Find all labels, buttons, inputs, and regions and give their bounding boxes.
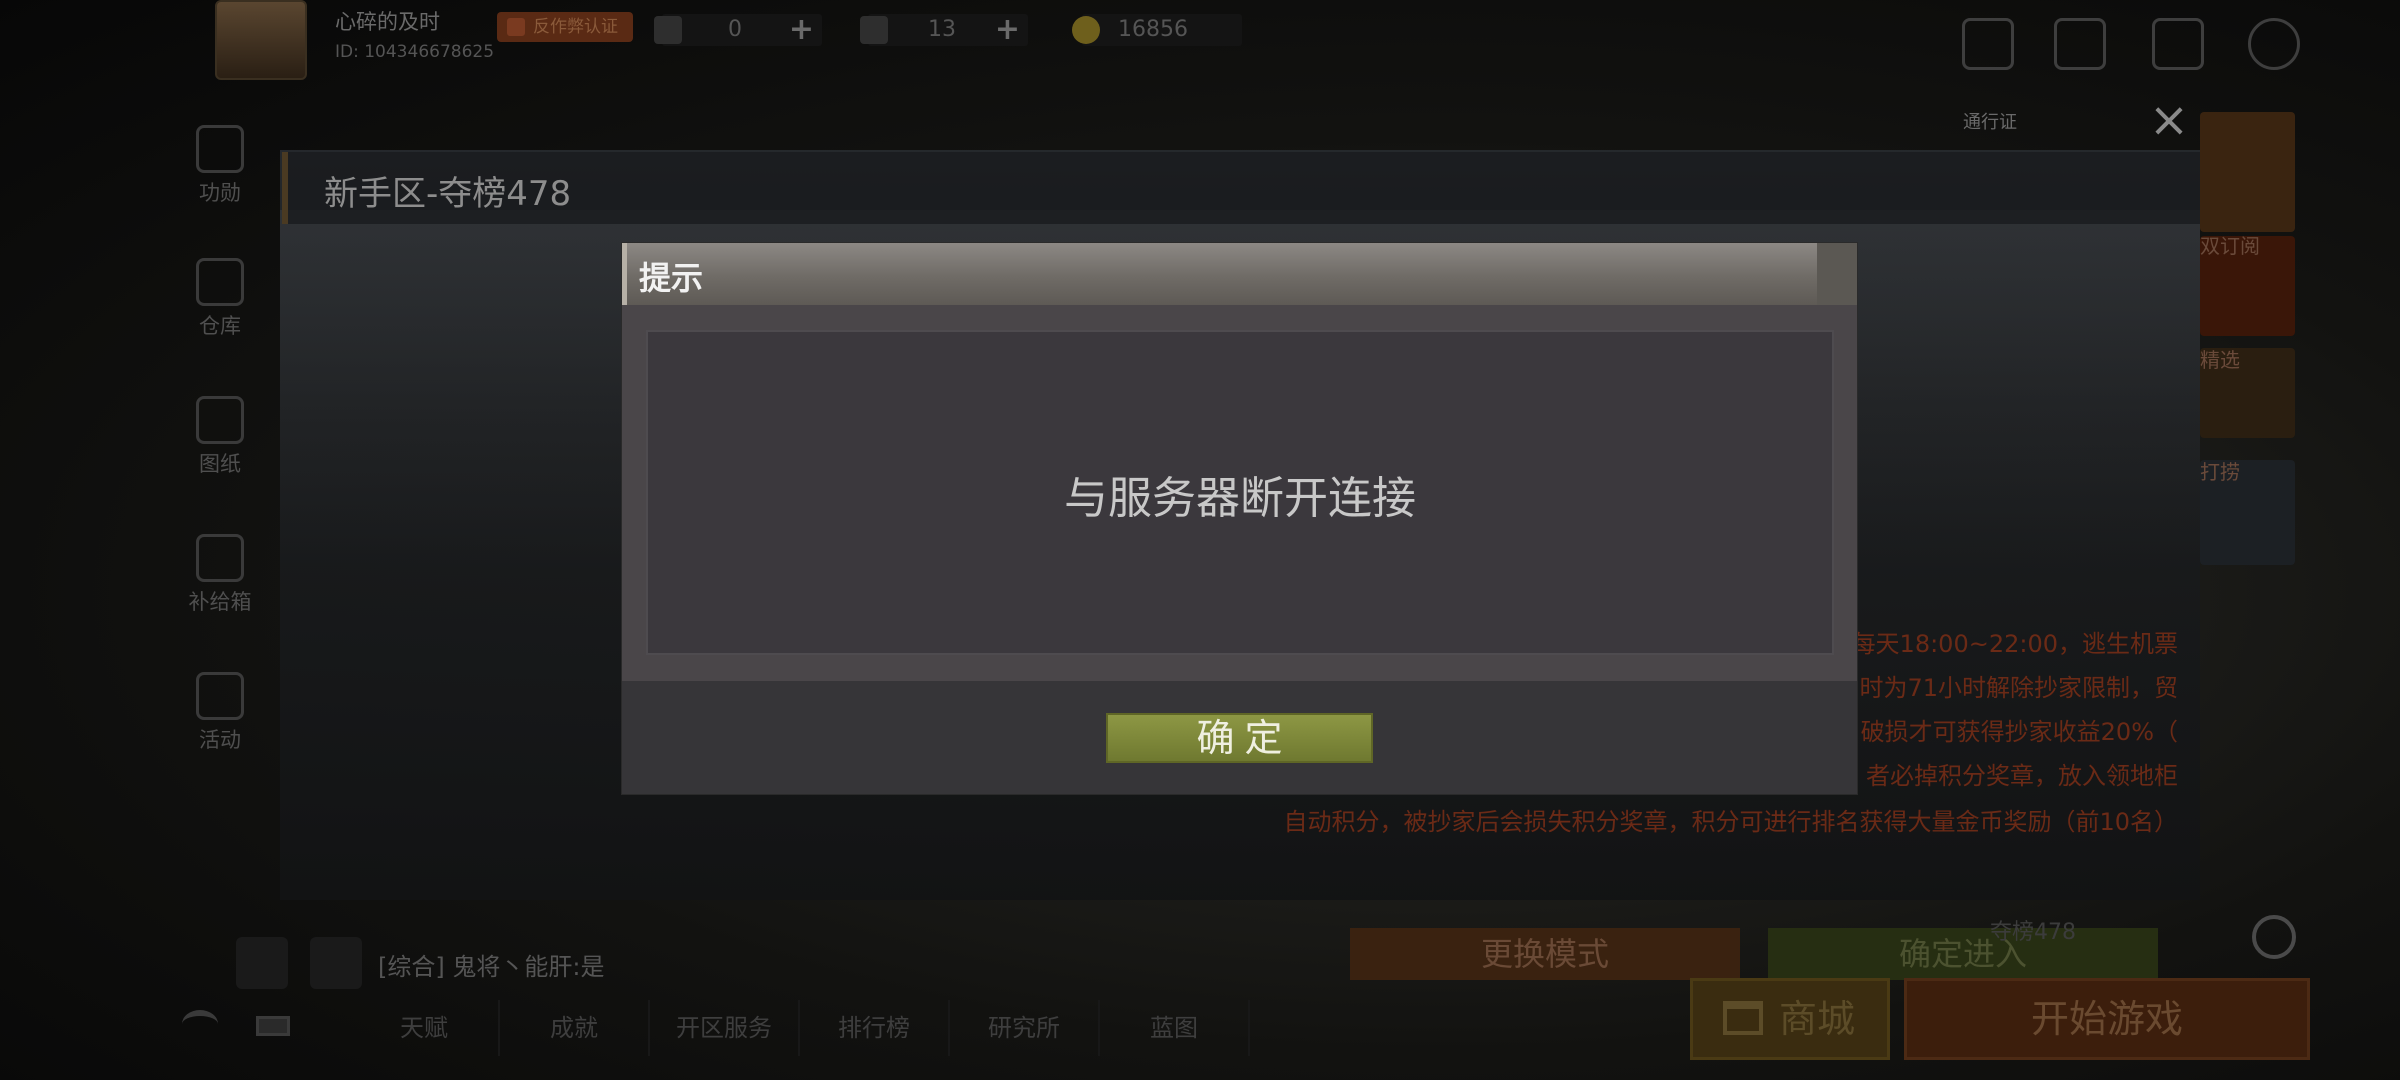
shield-icon bbox=[507, 18, 525, 36]
trophy-icon[interactable] bbox=[2054, 18, 2106, 70]
dialog-title: 提示 bbox=[639, 259, 704, 297]
mail-icon[interactable] bbox=[1962, 18, 2014, 70]
anti-cheat-badge: 反作弊认证 bbox=[497, 12, 633, 42]
event-icon bbox=[196, 672, 244, 720]
dialog-ok-button[interactable]: 确定 bbox=[1106, 713, 1373, 763]
server-title-bar: 新手区-夺榜478 bbox=[282, 152, 2200, 224]
change-mode-button[interactable]: 更换模式 bbox=[1350, 928, 1740, 980]
nav-medals[interactable]: 功勋 bbox=[180, 125, 260, 207]
medal-icon bbox=[196, 125, 244, 173]
bottom-nav-talent[interactable]: 天赋 bbox=[350, 1000, 500, 1056]
bottom-nav-server-service[interactable]: 开区服务 bbox=[650, 1000, 800, 1056]
gem-value: 13 bbox=[928, 17, 956, 42]
gem-icon bbox=[860, 16, 888, 44]
anti-cheat-badge-label: 反作弊认证 bbox=[533, 17, 618, 37]
bottom-nav-research[interactable]: 研究所 bbox=[950, 1000, 1100, 1056]
player-id: ID: 104346678625 bbox=[335, 42, 495, 62]
gold-counter: 16856 bbox=[1072, 14, 1242, 46]
chat-text: 鬼将丶能肝:是 bbox=[452, 953, 605, 981]
promo-fight-label: 打捞 bbox=[2200, 460, 2240, 484]
player-avatar[interactable] bbox=[215, 0, 307, 80]
voice-icon[interactable] bbox=[236, 937, 288, 989]
dialog-title-bar: 提示 bbox=[622, 243, 1857, 305]
nav-warehouse-label: 仓库 bbox=[199, 314, 241, 338]
battery-icon bbox=[256, 1016, 290, 1036]
promo-new-tile[interactable] bbox=[2200, 112, 2295, 232]
nav-events-label: 活动 bbox=[199, 728, 241, 752]
confirm-enter-button[interactable]: 确定进入 bbox=[1768, 928, 2158, 980]
chat-bar[interactable]: [综合] 鬼将丶能肝:是 bbox=[236, 937, 936, 989]
gem-counter: 13 + bbox=[860, 14, 1028, 46]
chat-message: [综合] 鬼将丶能肝:是 bbox=[378, 947, 604, 982]
start-game-button[interactable]: 开始游戏 bbox=[1904, 978, 2310, 1060]
shop-button[interactable]: 商城 bbox=[1690, 978, 1890, 1060]
supply-box-icon bbox=[196, 534, 244, 582]
nav-blueprints-label: 图纸 bbox=[199, 452, 241, 476]
gold-value: 16856 bbox=[1118, 17, 1188, 42]
bottom-nav: 天赋 成就 开区服务 排行榜 研究所 蓝图 bbox=[350, 1000, 1250, 1056]
server-title: 新手区-夺榜478 bbox=[324, 174, 572, 214]
blueprint-icon bbox=[196, 396, 244, 444]
wifi-icon bbox=[182, 1010, 218, 1038]
refresh-icon[interactable] bbox=[2252, 915, 2296, 959]
chat-channel: [综合] bbox=[378, 953, 445, 981]
promo-select-label: 精选 bbox=[2200, 348, 2240, 372]
add-gem-button[interactable]: + bbox=[995, 14, 1020, 46]
chat-bubble-icon[interactable] bbox=[310, 937, 362, 989]
player-name: 心碎的及时 bbox=[335, 10, 440, 34]
gold-coin-icon bbox=[1072, 16, 1100, 44]
bottom-nav-leaderboard[interactable]: 排行榜 bbox=[800, 1000, 950, 1056]
nav-medals-label: 功勋 bbox=[199, 181, 241, 205]
shop-button-label: 商城 bbox=[1779, 997, 1856, 1041]
add-ticket-button[interactable]: + bbox=[789, 14, 814, 46]
battle-pass-label[interactable]: 通行证 bbox=[1963, 108, 2073, 134]
mode-description-line-5: 自动积分，被抄家后会损失积分奖章，积分可进行排名获得大量金币奖励（前10名） bbox=[1283, 808, 2178, 836]
rank-label: 夺榜478 bbox=[1990, 920, 2076, 945]
nav-supply-box-label: 补给箱 bbox=[188, 590, 252, 614]
ticket-icon bbox=[654, 16, 682, 44]
nav-supply-box[interactable]: 补给箱 bbox=[180, 534, 260, 616]
cart-icon bbox=[1723, 1001, 1763, 1035]
ticket-counter: 0 + bbox=[654, 14, 822, 46]
ticket-value: 0 bbox=[728, 17, 742, 42]
dialog-message: 与服务器断开连接 bbox=[1064, 473, 1416, 524]
promo-subscribe-label: 双订阅 bbox=[2200, 234, 2260, 258]
gear-icon[interactable] bbox=[2248, 18, 2300, 70]
nav-blueprints[interactable]: 图纸 bbox=[180, 396, 260, 478]
close-icon[interactable]: × bbox=[2143, 94, 2195, 146]
bottom-nav-blueprint[interactable]: 蓝图 bbox=[1100, 1000, 1250, 1056]
nav-events[interactable]: 活动 bbox=[180, 672, 260, 754]
dialog-title-edge bbox=[1817, 243, 1857, 305]
friends-icon[interactable] bbox=[2152, 18, 2204, 70]
bottom-nav-achievements[interactable]: 成就 bbox=[500, 1000, 650, 1056]
warehouse-icon bbox=[196, 258, 244, 306]
nav-warehouse[interactable]: 仓库 bbox=[180, 258, 260, 340]
